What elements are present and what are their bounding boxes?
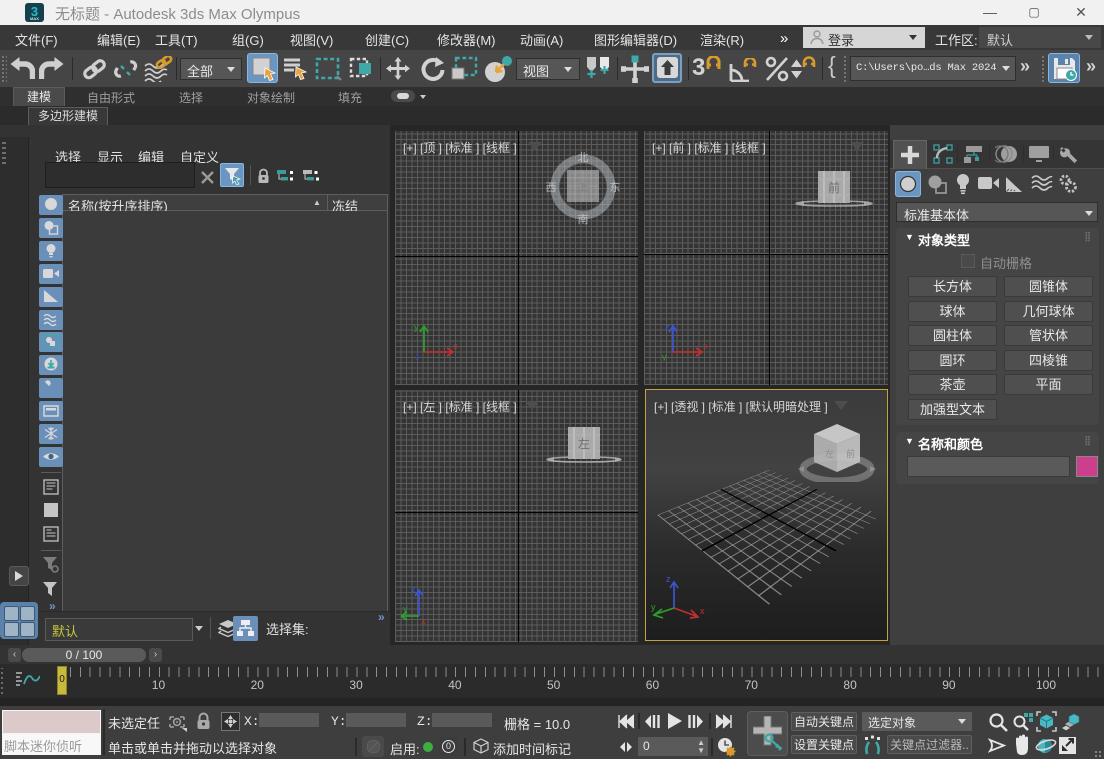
svg-text:y: y (414, 322, 419, 332)
svg-text:y: y (403, 604, 408, 614)
svg-text:上: 上 (578, 182, 588, 194)
svg-text:前: 前 (828, 180, 840, 195)
svg-text:x: x (421, 616, 426, 626)
svg-text:前: 前 (846, 448, 855, 459)
svg-text:z: z (665, 322, 670, 332)
svg-text:y: y (662, 352, 667, 361)
svg-text:x: x (703, 341, 708, 351)
svg-text:z: z (666, 574, 671, 584)
svg-text:z: z (415, 352, 420, 361)
svg-text:南: 南 (578, 213, 589, 225)
svg-text:y: y (651, 602, 656, 612)
svg-text:东: 东 (610, 181, 621, 194)
svg-text:左: 左 (578, 436, 590, 451)
svg-text:左: 左 (825, 448, 834, 459)
svg-text:x: x (453, 341, 458, 351)
svg-text:x: x (700, 606, 705, 616)
svg-text:西: 西 (546, 182, 557, 194)
svg-text:北: 北 (578, 151, 589, 164)
svg-text:z: z (411, 584, 416, 594)
